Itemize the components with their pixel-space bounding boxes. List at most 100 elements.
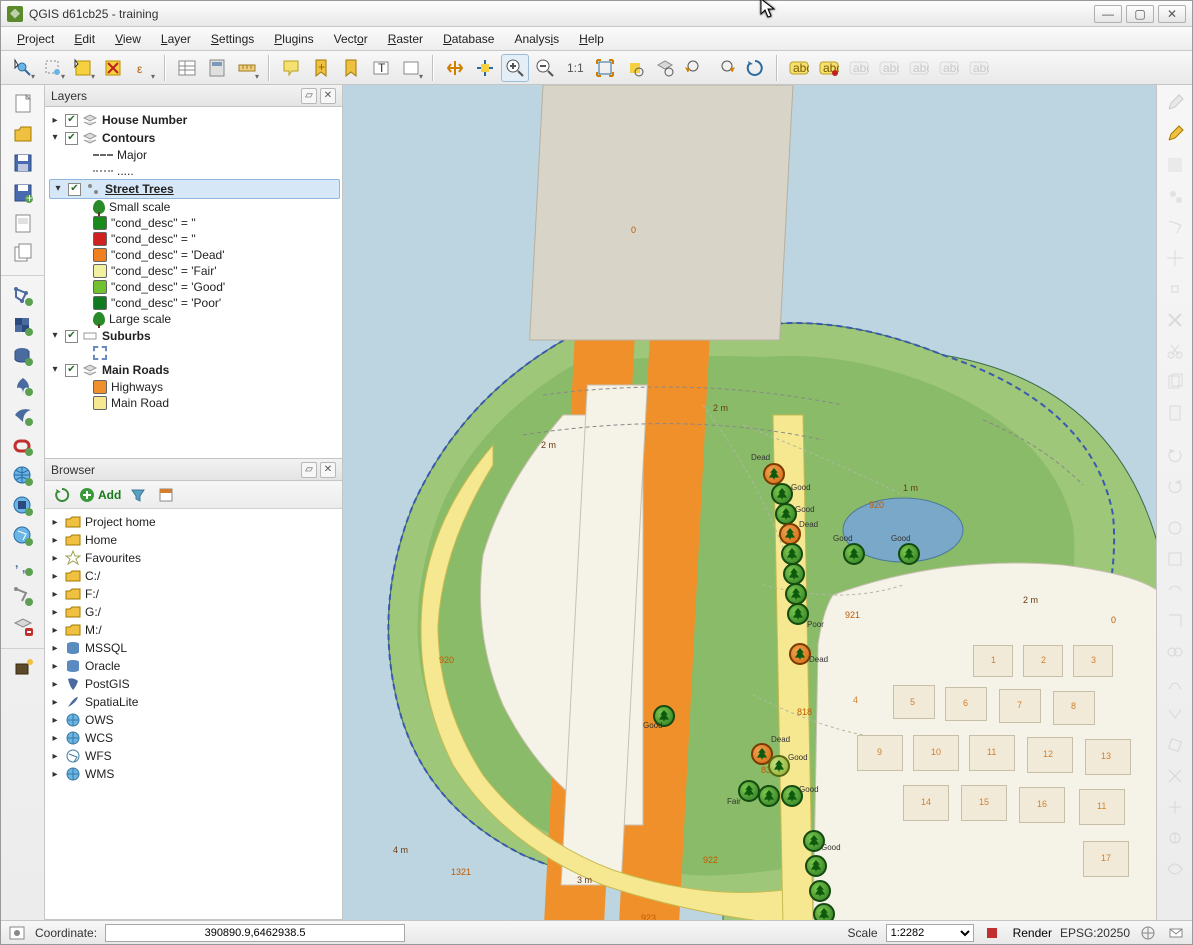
browser-tree[interactable]: Project homeHomeFavouritesC:/F:/G:/M:/MS…: [45, 509, 342, 919]
adv-digitize-7[interactable]: [1161, 700, 1189, 728]
save-as-button[interactable]: +: [9, 179, 37, 207]
maximize-button[interactable]: ▢: [1126, 5, 1154, 23]
bookmark-new-button[interactable]: +: [307, 54, 335, 82]
scale-select[interactable]: 1:2282: [886, 924, 974, 942]
layer-symbol-item[interactable]: .....: [65, 163, 340, 179]
layer-symbol-item[interactable]: "cond_desc" = '': [65, 215, 340, 231]
deselect-button[interactable]: [99, 54, 127, 82]
attribute-table-button[interactable]: [173, 54, 201, 82]
layer-symbol-item[interactable]: "cond_desc" = '': [65, 231, 340, 247]
layer-symbol-item[interactable]: Main Road: [65, 395, 340, 411]
layer-item[interactable]: Street Trees: [49, 179, 340, 199]
add-mssql-button[interactable]: [9, 402, 37, 430]
browser-item[interactable]: C:/: [49, 567, 340, 585]
new-project-button[interactable]: [9, 89, 37, 117]
add-wfs-button[interactable]: [9, 522, 37, 550]
adv-digitize-10[interactable]: [1161, 793, 1189, 821]
layer-symbol-item[interactable]: "cond_desc" = 'Poor': [65, 295, 340, 311]
composer-manager-button[interactable]: [9, 239, 37, 267]
menu-help[interactable]: Help: [569, 27, 614, 50]
label-tool-6-button[interactable]: abc: [935, 54, 963, 82]
annotation-button[interactable]: [397, 54, 425, 82]
menu-plugins[interactable]: Plugins: [264, 27, 323, 50]
browser-item[interactable]: Oracle: [49, 657, 340, 675]
menu-settings[interactable]: Settings: [201, 27, 264, 50]
label-tool-4-button[interactable]: abc: [875, 54, 903, 82]
menu-database[interactable]: Database: [433, 27, 504, 50]
browser-panel-header[interactable]: Browser ▱ ✕: [45, 459, 342, 481]
layer-symbol-item[interactable]: Major: [65, 147, 340, 163]
filter-browser-button[interactable]: [127, 484, 149, 506]
browser-item[interactable]: PostGIS: [49, 675, 340, 693]
label-tool-2-button[interactable]: abc: [815, 54, 843, 82]
layer-item[interactable]: Suburbs: [49, 327, 340, 345]
zoom-native-button[interactable]: 1:1: [561, 54, 589, 82]
browser-item[interactable]: WMS: [49, 765, 340, 783]
messages-button[interactable]: [1166, 924, 1186, 942]
undo-button[interactable]: [1161, 441, 1189, 469]
zoom-last-button[interactable]: [681, 54, 709, 82]
select-by-rect-button[interactable]: [69, 54, 97, 82]
zoom-next-button[interactable]: [711, 54, 739, 82]
map-canvas[interactable]: 1 2 3 4 5 6 7 8 9 10 11 12 13 14 15 16 1…: [343, 85, 1156, 920]
crs-button[interactable]: [1138, 924, 1158, 942]
gps-button[interactable]: [9, 655, 37, 683]
pan-button[interactable]: [441, 54, 469, 82]
menu-edit[interactable]: Edit: [64, 27, 105, 50]
redo-button[interactable]: [1161, 472, 1189, 500]
layer-symbol-item[interactable]: "cond_desc" = 'Fair': [65, 263, 340, 279]
browser-item[interactable]: MSSQL: [49, 639, 340, 657]
paste-button[interactable]: [1161, 399, 1189, 427]
close-browser-icon[interactable]: ✕: [320, 462, 336, 478]
render-checkbox-label[interactable]: Render: [1010, 926, 1052, 940]
delete-selected-button[interactable]: [1161, 306, 1189, 334]
add-vector-button[interactable]: [9, 282, 37, 310]
move-feature-button[interactable]: [1161, 244, 1189, 272]
adv-digitize-1[interactable]: [1161, 514, 1189, 542]
layer-symbol-item[interactable]: Small scale: [65, 199, 340, 215]
add-postgis-button[interactable]: [9, 342, 37, 370]
adv-digitize-6[interactable]: [1161, 669, 1189, 697]
add-raster-button[interactable]: [9, 312, 37, 340]
pencil-button[interactable]: [1161, 120, 1189, 148]
layers-panel-header[interactable]: Layers ▱ ✕: [45, 85, 342, 107]
layer-symbol-item[interactable]: "cond_desc" = 'Dead': [65, 247, 340, 263]
adv-digitize-4[interactable]: [1161, 607, 1189, 635]
pan-to-selection-button[interactable]: [471, 54, 499, 82]
refresh-button[interactable]: [741, 54, 769, 82]
cut-button[interactable]: [1161, 337, 1189, 365]
expr-select-button[interactable]: ε: [129, 54, 157, 82]
browser-item[interactable]: Favourites: [49, 549, 340, 567]
text-annotation-button[interactable]: T: [367, 54, 395, 82]
close-panel-icon[interactable]: ✕: [320, 88, 336, 104]
layer-item[interactable]: House Number: [49, 111, 340, 129]
edit-toggle-button[interactable]: [1161, 89, 1189, 117]
browser-item[interactable]: Project home: [49, 513, 340, 531]
new-vector-button[interactable]: [9, 582, 37, 610]
adv-digitize-8[interactable]: [1161, 731, 1189, 759]
add-layer-button[interactable]: Add: [79, 487, 121, 503]
browser-item[interactable]: G:/: [49, 603, 340, 621]
coord-input[interactable]: [105, 924, 405, 942]
browser-item[interactable]: M:/: [49, 621, 340, 639]
close-button[interactable]: ✕: [1158, 5, 1186, 23]
field-calc-button[interactable]: [203, 54, 231, 82]
save-edits-button[interactable]: [1161, 151, 1189, 179]
label-tool-5-button[interactable]: abc: [905, 54, 933, 82]
browser-item[interactable]: Home: [49, 531, 340, 549]
add-wcs-button[interactable]: [9, 492, 37, 520]
add-point-button[interactable]: [1161, 182, 1189, 210]
browser-item[interactable]: SpatiaLite: [49, 693, 340, 711]
add-feature-button[interactable]: [1161, 213, 1189, 241]
browser-item[interactable]: WCS: [49, 729, 340, 747]
layer-symbol-item[interactable]: Large scale: [65, 311, 340, 327]
zoom-in-button[interactable]: [501, 54, 529, 82]
browser-item[interactable]: WFS: [49, 747, 340, 765]
add-oracle-button[interactable]: [9, 432, 37, 460]
menu-raster[interactable]: Raster: [378, 27, 433, 50]
undock-icon[interactable]: ▱: [301, 88, 317, 104]
zoom-layer-button[interactable]: [651, 54, 679, 82]
label-tool-7-button[interactable]: abc: [965, 54, 993, 82]
layers-tree[interactable]: House NumberContoursMajor.....Street Tre…: [45, 107, 342, 458]
zoom-full-button[interactable]: [591, 54, 619, 82]
